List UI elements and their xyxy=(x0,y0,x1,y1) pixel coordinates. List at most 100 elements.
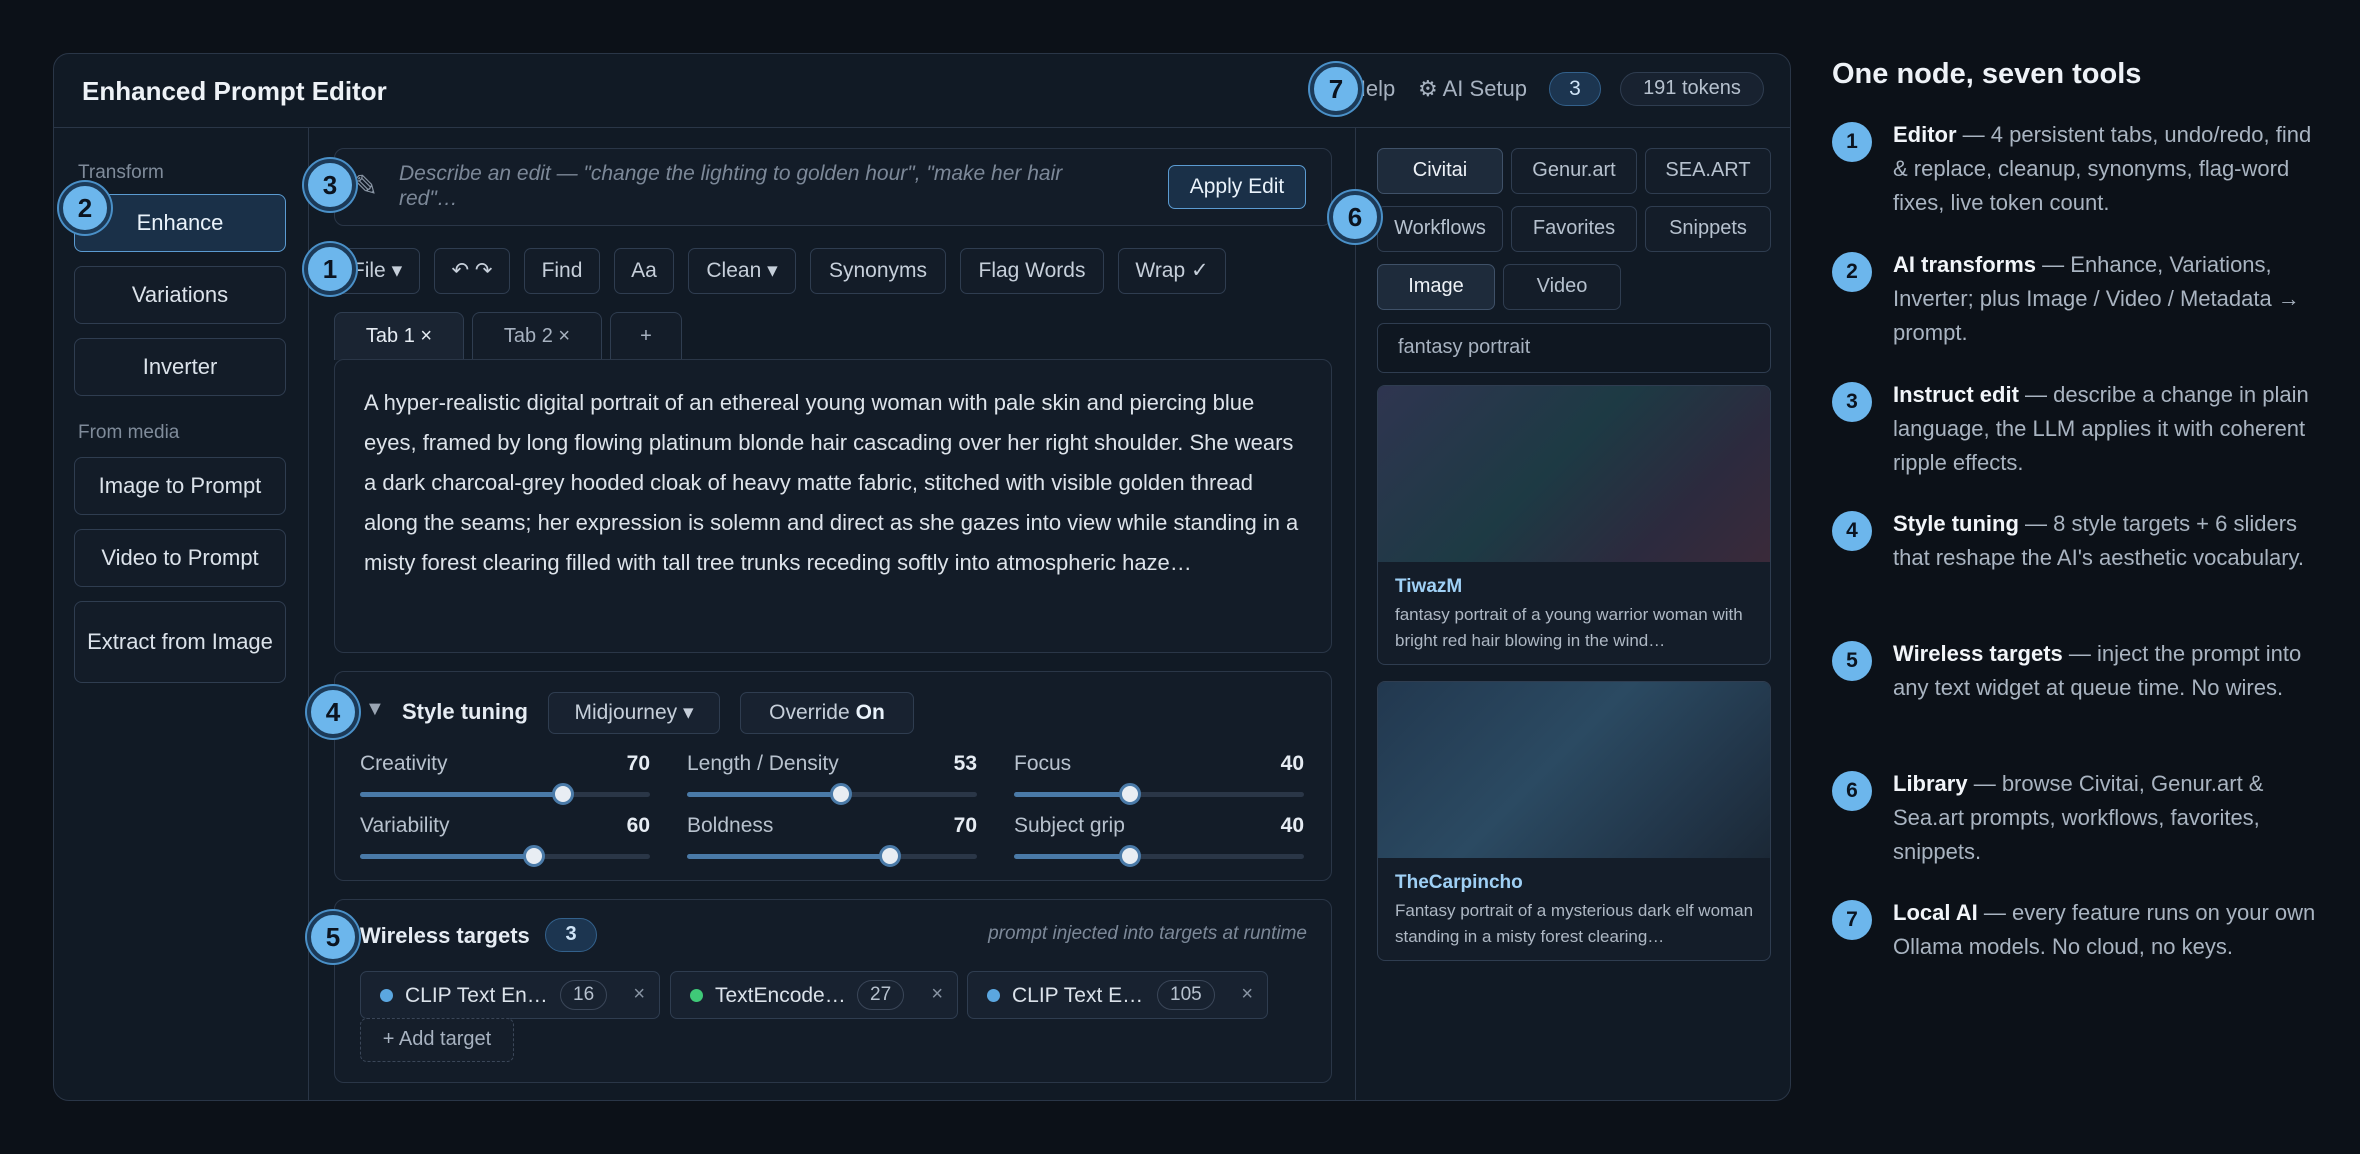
tab-1[interactable]: Tab 1 × xyxy=(334,312,464,360)
feature-name: Editor xyxy=(1893,122,1957,147)
feature-list: One node, seven tools 1 Editor — 4 persis… xyxy=(1832,0,2342,1154)
source-tab-civitai[interactable]: Civitai xyxy=(1377,148,1503,194)
slider-handle[interactable] xyxy=(879,845,901,867)
style-slider[interactable]: Length / Density 53 xyxy=(687,752,977,805)
close-icon[interactable]: × xyxy=(633,983,645,1006)
slider-handle[interactable] xyxy=(1119,783,1141,805)
slider-track[interactable] xyxy=(360,783,650,805)
card-description: fantasy portrait of a young warrior woma… xyxy=(1395,605,1743,650)
wrap-toggle[interactable]: Wrap ✓ xyxy=(1118,248,1226,294)
variations-button[interactable]: Variations xyxy=(74,266,286,324)
callout-badge: 4 xyxy=(307,686,359,738)
media-tab-image[interactable]: Image xyxy=(1377,264,1495,310)
wireless-count-badge: 3 xyxy=(545,918,597,952)
media-tab-video[interactable]: Video xyxy=(1503,264,1621,310)
callout-badge: 2 xyxy=(59,182,111,234)
callout-badge: 6 xyxy=(1329,191,1381,243)
transform-section-label: Transform xyxy=(78,162,164,183)
slider-handle[interactable] xyxy=(1119,845,1141,867)
video-to-prompt-button[interactable]: Video to Prompt xyxy=(74,529,286,587)
instruct-edit-input[interactable]: Describe an edit — "change the lighting … xyxy=(399,161,1119,211)
close-icon[interactable]: × xyxy=(931,983,943,1006)
style-target-select[interactable]: Midjourney ▾ xyxy=(548,692,720,734)
flag-words-button[interactable]: Flag Words xyxy=(960,248,1104,294)
find-button[interactable]: Find xyxy=(524,248,600,294)
feature-text: Wireless targets — inject the prompt int… xyxy=(1893,637,2329,705)
slider-label: Subject grip xyxy=(1014,814,1125,837)
panel-header: Enhanced Prompt Editor Help ⚙ AI Setup 3… xyxy=(54,54,1790,128)
feature-text: Instruct edit — describe a change in pla… xyxy=(1893,378,2329,480)
slider-fill xyxy=(1014,854,1130,859)
tab-2[interactable]: Tab 2 × xyxy=(472,312,602,360)
library-panel: Civitai Genur.art SEA.ART Workflows Favo… xyxy=(1356,128,1790,1100)
feature-description: — 4 persistent tabs, undo/redo, find & r… xyxy=(1893,122,2312,215)
editor-column: ✎ Describe an edit — "change the lightin… xyxy=(309,128,1356,1100)
card-description: Fantasy portrait of a mysterious dark el… xyxy=(1395,901,1754,946)
slider-fill xyxy=(360,792,563,797)
style-slider[interactable]: Creativity 70 xyxy=(360,752,650,805)
status-dot xyxy=(987,989,1000,1002)
close-icon[interactable]: × xyxy=(1241,983,1253,1006)
feature-text: AI transforms — Enhance, Variations, Inv… xyxy=(1893,248,2329,350)
clean-menu-button[interactable]: Clean ▾ xyxy=(688,248,796,294)
slider-handle[interactable] xyxy=(523,845,545,867)
feature-number: 6 xyxy=(1832,771,1872,811)
style-slider[interactable]: Boldness 70 xyxy=(687,814,977,867)
synonyms-button[interactable]: Synonyms xyxy=(810,248,946,294)
section-tab-workflows[interactable]: Workflows xyxy=(1377,206,1503,252)
instruct-edit-bar: ✎ Describe an edit — "change the lightin… xyxy=(334,148,1332,226)
section-tab-snippets[interactable]: Snippets xyxy=(1645,206,1771,252)
slider-track[interactable] xyxy=(687,845,977,867)
add-tab-button[interactable]: + xyxy=(610,312,682,360)
feature-name: Wireless targets xyxy=(1893,641,2063,666)
override-toggle[interactable]: Override On xyxy=(740,692,914,734)
feature-name: Library xyxy=(1893,771,1968,796)
library-card[interactable]: TiwazM fantasy portrait of a young warri… xyxy=(1377,385,1771,665)
slider-track[interactable] xyxy=(1014,783,1304,805)
slider-handle[interactable] xyxy=(829,783,852,805)
style-slider[interactable]: Focus 40 xyxy=(1014,752,1304,805)
callout-badge: 3 xyxy=(304,159,356,211)
prompt-text[interactable]: A hyper-realistic digital portrait of an… xyxy=(364,383,1304,583)
style-slider[interactable]: Variability 60 xyxy=(360,814,650,867)
undo-redo-button[interactable]: ↶ ↷ xyxy=(434,248,510,294)
slider-track[interactable] xyxy=(687,783,977,805)
tab-count-badge: 3 xyxy=(1549,72,1601,106)
image-to-prompt-button[interactable]: Image to Prompt xyxy=(74,457,286,515)
apply-edit-button[interactable]: Apply Edit xyxy=(1168,165,1306,209)
style-tuning-title: Style tuning xyxy=(402,699,528,724)
override-label: Override xyxy=(769,701,850,724)
library-card[interactable]: TheCarpincho Fantasy portrait of a myste… xyxy=(1377,681,1771,961)
inverter-button[interactable]: Inverter xyxy=(74,338,286,396)
ai-setup-button[interactable]: ⚙ AI Setup xyxy=(1418,76,1527,102)
library-search-input[interactable]: fantasy portrait xyxy=(1377,323,1771,373)
feature-number: 5 xyxy=(1832,641,1872,681)
feature-name: Instruct edit xyxy=(1893,382,2019,407)
slider-value: 60 xyxy=(626,814,650,837)
target-token-count: 105 xyxy=(1157,980,1215,1010)
style-tuning-section: ▼ Style tuning Midjourney ▾ Override On C… xyxy=(334,671,1332,881)
slider-value: 53 xyxy=(953,752,977,775)
slider-handle[interactable] xyxy=(552,783,574,805)
prompt-text-area[interactable]: A hyper-realistic digital portrait of an… xyxy=(334,359,1332,653)
section-tab-favorites[interactable]: Favorites xyxy=(1511,206,1637,252)
slider-track[interactable] xyxy=(360,845,650,867)
collapse-arrow-icon[interactable]: ▼ xyxy=(365,698,385,721)
transform-sidebar: Transform Enhance Variations Inverter Fr… xyxy=(54,128,309,1100)
target-chip[interactable]: CLIP Text E… 105 × xyxy=(967,971,1268,1019)
slider-fill xyxy=(687,854,890,859)
slider-label: Boldness xyxy=(687,814,774,837)
card-thumbnail xyxy=(1378,682,1770,858)
target-chip[interactable]: TextEncode… 27 × xyxy=(670,971,958,1019)
target-token-count: 16 xyxy=(560,980,608,1010)
style-slider[interactable]: Subject grip 40 xyxy=(1014,814,1304,867)
card-author: TiwazM xyxy=(1395,576,1463,597)
add-target-button[interactable]: + Add target xyxy=(360,1018,514,1062)
source-tab-seaart[interactable]: SEA.ART xyxy=(1645,148,1771,194)
source-tab-genur[interactable]: Genur.art xyxy=(1511,148,1637,194)
wireless-targets-section: Wireless targets 3 prompt injected into … xyxy=(334,899,1332,1083)
extract-from-image-button[interactable]: Extract from Image xyxy=(74,601,286,683)
slider-track[interactable] xyxy=(1014,845,1304,867)
target-chip[interactable]: CLIP Text En… 16 × xyxy=(360,971,660,1019)
case-button[interactable]: Aa xyxy=(614,248,674,294)
